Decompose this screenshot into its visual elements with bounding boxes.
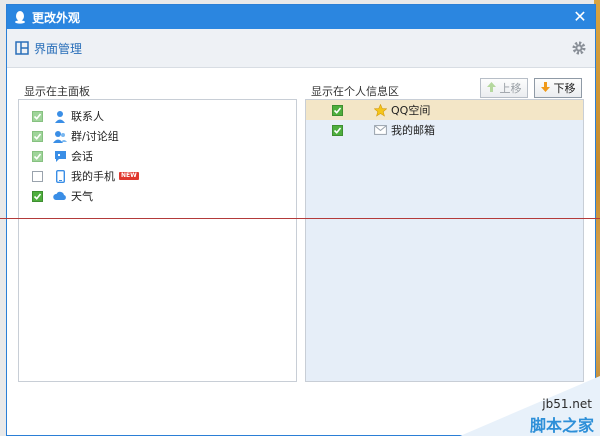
- move-down-label: 下移: [553, 82, 576, 95]
- list-item-label: QQ空间: [391, 104, 431, 117]
- right-panel-label: 显示在个人信息区: [311, 85, 399, 98]
- new-badge: NEW: [119, 172, 139, 180]
- watermark-site-name: 脚本之家: [529, 416, 594, 435]
- red-guide-line: [0, 218, 600, 219]
- personal-info-list[interactable]: QQ空间 我的邮箱: [305, 99, 584, 382]
- move-down-button[interactable]: 下移: [534, 78, 582, 98]
- page-title: 界面管理: [34, 41, 83, 56]
- arrow-up-icon: [486, 81, 496, 95]
- list-item-label: 会话: [71, 150, 93, 163]
- watermark-url: jb51.net: [542, 397, 592, 411]
- cloud-icon: [53, 189, 67, 203]
- checkbox-qzone[interactable]: [332, 104, 343, 116]
- star-icon: [373, 103, 387, 117]
- list-item-weather[interactable]: 天气: [19, 186, 296, 206]
- checkbox-mailbox[interactable]: [332, 124, 343, 136]
- list-item-groups[interactable]: 群/讨论组: [19, 126, 296, 146]
- title-bar[interactable]: 更改外观 ✕: [7, 5, 595, 29]
- checkbox-groups[interactable]: [32, 130, 43, 142]
- gear-icon[interactable]: [571, 40, 587, 56]
- qq-penguin-icon: [12, 9, 28, 25]
- checkbox-contacts[interactable]: [32, 110, 43, 122]
- arrow-down-icon: [540, 81, 550, 95]
- list-item-label: 我的手机: [71, 170, 115, 183]
- list-item-chat[interactable]: 会话: [19, 146, 296, 166]
- window-title: 更改外观: [32, 10, 81, 25]
- list-item-label: 天气: [71, 190, 93, 203]
- mail-icon: [373, 123, 387, 137]
- checkbox-weather[interactable]: [32, 190, 43, 202]
- list-item-label: 我的邮箱: [391, 124, 435, 137]
- chat-icon: [53, 149, 67, 163]
- checkbox-phone[interactable]: [32, 170, 43, 182]
- list-item-label: 群/讨论组: [71, 130, 119, 143]
- left-panel-label: 显示在主面板: [24, 85, 90, 98]
- person-icon: [53, 109, 67, 123]
- move-up-button[interactable]: 上移: [480, 78, 528, 98]
- list-item-contacts[interactable]: 联系人: [19, 106, 296, 126]
- list-item-phone[interactable]: 我的手机 NEW: [19, 166, 296, 186]
- move-up-label: 上移: [499, 82, 522, 95]
- change-appearance-dialog: 更改外观 ✕ 界面管理 显示在主面板 联系人 群/讨论组 会话 我的手机 NEW…: [6, 4, 596, 436]
- toolbar: 界面管理: [7, 29, 595, 68]
- main-panel-list[interactable]: 联系人 群/讨论组 会话 我的手机 NEW 天气: [18, 99, 297, 382]
- list-item-qzone[interactable]: QQ空间: [306, 100, 583, 120]
- close-button[interactable]: ✕: [571, 8, 589, 26]
- list-item-mailbox[interactable]: 我的邮箱: [306, 120, 583, 140]
- list-item-label: 联系人: [71, 110, 104, 123]
- checkbox-chat[interactable]: [32, 150, 43, 162]
- phone-icon: [53, 169, 67, 183]
- layout-icon: [15, 41, 29, 55]
- group-icon: [53, 129, 67, 143]
